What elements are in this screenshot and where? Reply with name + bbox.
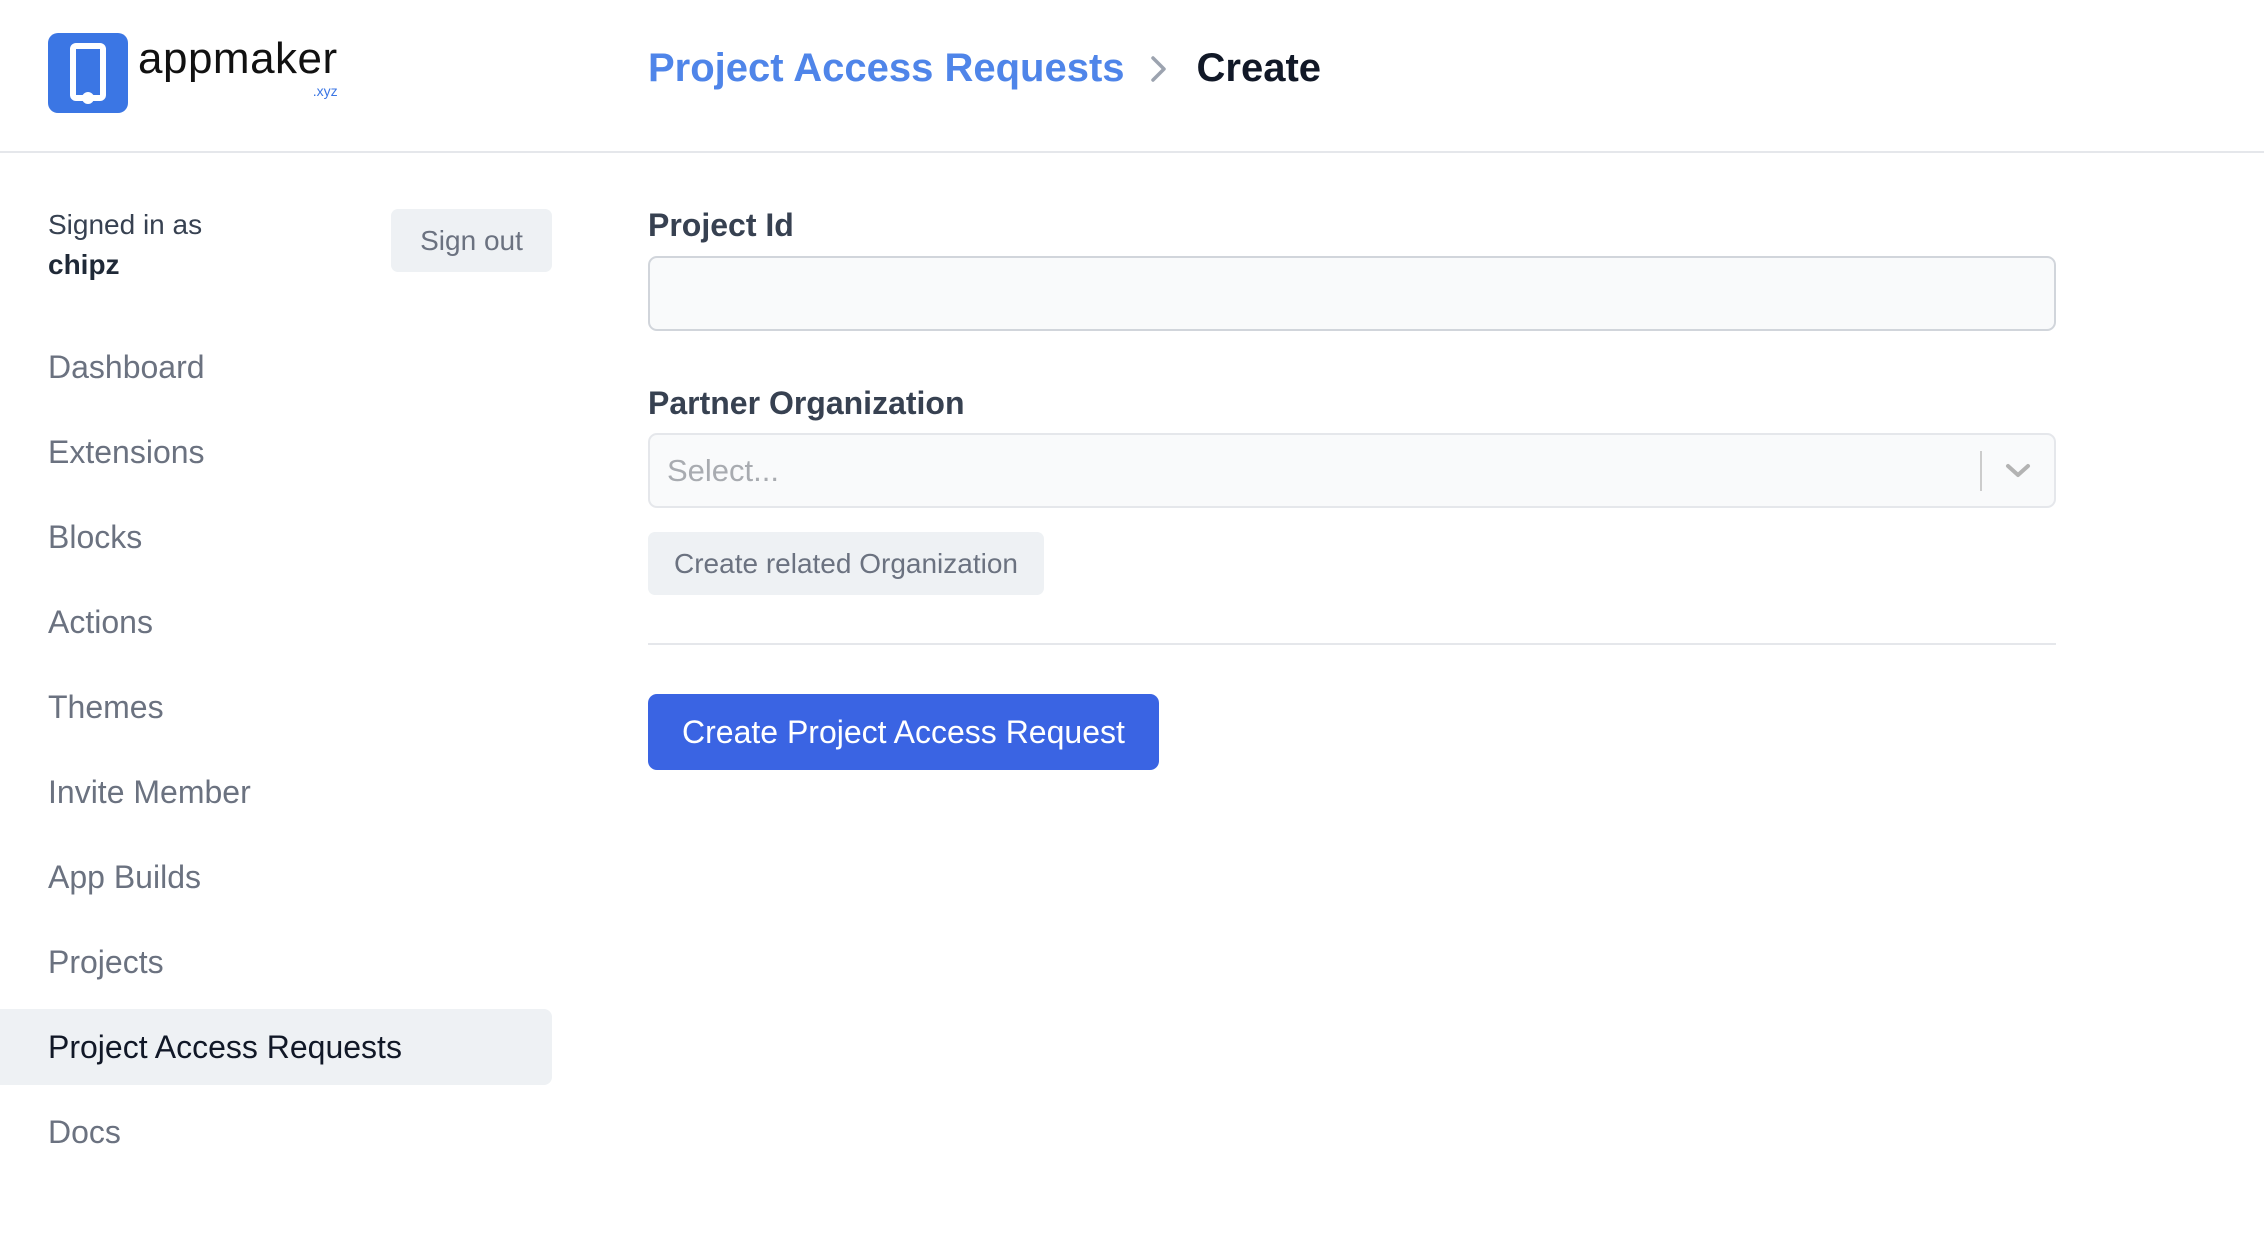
phone-icon	[48, 33, 128, 113]
brand-tld: .xyz	[312, 83, 338, 99]
top-header: appmaker .xyz Project Access Requests Cr…	[0, 0, 2264, 153]
sidebar-item-dashboard[interactable]: Dashboard	[0, 329, 552, 405]
sidebar-item-invite-member[interactable]: Invite Member	[0, 754, 552, 830]
sidebar-item-themes[interactable]: Themes	[0, 669, 552, 745]
sidebar-item-app-builds[interactable]: App Builds	[0, 839, 552, 915]
username: chipz	[48, 249, 120, 280]
brand-name: appmaker	[138, 34, 338, 83]
chevron-right-icon	[1145, 55, 1173, 83]
sidebar-nav: Dashboard Extensions Blocks Actions Them…	[0, 329, 552, 1179]
project-id-label: Project Id	[648, 207, 794, 243]
partner-organization-label: Partner Organization	[648, 385, 965, 421]
sidebar: Signed in as chipz Sign out Dashboard Ex…	[0, 153, 552, 1260]
app-logo[interactable]: appmaker .xyz	[48, 33, 338, 113]
sidebar-item-extensions[interactable]: Extensions	[0, 414, 552, 490]
form-divider	[648, 643, 2056, 645]
select-placeholder: Select...	[667, 452, 779, 488]
breadcrumb-current: Create	[1196, 46, 1322, 90]
signed-in-info: Signed in as chipz	[48, 205, 202, 285]
project-id-input[interactable]	[648, 256, 2056, 331]
partner-organization-select[interactable]: Select...	[648, 433, 2056, 508]
sidebar-item-actions[interactable]: Actions	[0, 584, 552, 660]
breadcrumb-parent-link[interactable]: Project Access Requests	[648, 46, 1125, 91]
sidebar-item-projects[interactable]: Projects	[0, 924, 552, 1000]
sign-out-button[interactable]: Sign out	[391, 209, 552, 272]
sidebar-item-docs[interactable]: Docs	[0, 1094, 552, 1170]
chevron-down-icon[interactable]	[1982, 463, 2054, 479]
sidebar-item-project-access-requests[interactable]: Project Access Requests	[0, 1009, 552, 1085]
signed-in-label: Signed in as	[48, 209, 203, 240]
logo-text: appmaker .xyz	[138, 33, 338, 113]
sidebar-item-blocks[interactable]: Blocks	[0, 499, 552, 575]
breadcrumb: Project Access Requests Create	[648, 46, 1321, 91]
create-project-access-request-button[interactable]: Create Project Access Request	[648, 694, 1159, 770]
create-related-organization-button[interactable]: Create related Organization	[648, 532, 1044, 595]
